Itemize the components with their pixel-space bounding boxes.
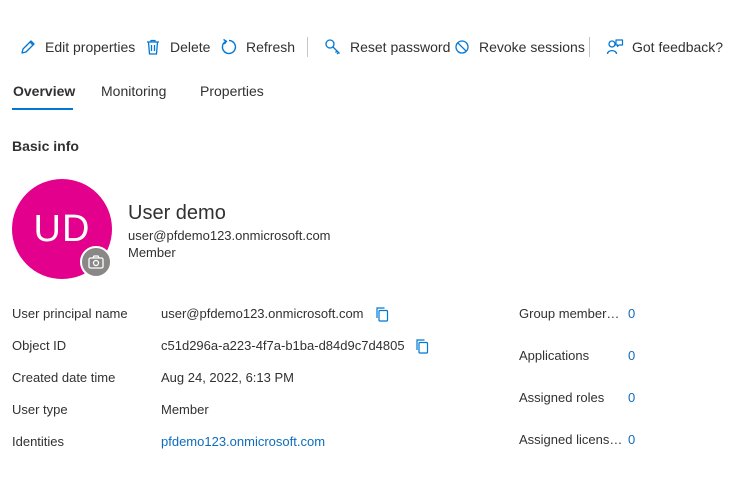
created-label: Created date time — [12, 370, 116, 385]
tab-properties[interactable]: Properties — [200, 83, 264, 99]
assigned-licenses-label: Assigned licens… — [519, 432, 623, 447]
tab-overview[interactable]: Overview — [13, 83, 75, 99]
group-memberships-count[interactable]: 0 — [628, 306, 635, 321]
tab-monitoring[interactable]: Monitoring — [101, 83, 166, 99]
active-tab-indicator — [12, 108, 73, 110]
upn-label: User principal name — [12, 306, 128, 321]
delete-label: Delete — [170, 39, 211, 55]
user-type-label: User type — [12, 402, 68, 417]
edit-properties-button[interactable]: Edit properties — [19, 30, 135, 64]
section-title: Basic info — [12, 138, 79, 154]
user-upn: user@pfdemo123.onmicrosoft.com — [128, 228, 331, 243]
delete-button[interactable]: Delete — [144, 30, 210, 64]
tab-bar: Overview Monitoring Properties — [0, 80, 749, 110]
pencil-icon — [21, 40, 35, 54]
copy-icon[interactable] — [374, 306, 390, 322]
edit-properties-label: Edit properties — [45, 39, 136, 55]
applications-count[interactable]: 0 — [628, 348, 635, 363]
block-icon — [455, 40, 469, 54]
identities-label: Identities — [12, 434, 65, 449]
upn-value: user@pfdemo123.onmicrosoft.com — [161, 306, 364, 321]
object-id-label: Object ID — [12, 338, 67, 353]
object-id-value: c51d296a-a223-4f7a-b1ba-d84d9c7d4805 — [161, 338, 405, 353]
revoke-sessions-label: Revoke sessions — [479, 39, 585, 55]
created-value: Aug 24, 2022, 6:13 PM — [161, 370, 294, 385]
refresh-button[interactable]: Refresh — [220, 30, 295, 64]
user-type-value: Member — [161, 402, 209, 417]
assigned-licenses-count[interactable]: 0 — [628, 432, 635, 447]
feedback-person-icon — [606, 39, 624, 55]
refresh-icon — [221, 38, 237, 55]
avatar-initials: UD — [33, 207, 91, 250]
reset-password-label: Reset password — [350, 39, 451, 55]
revoke-sessions-button[interactable]: Revoke sessions — [453, 30, 585, 64]
identities-link[interactable]: pfdemo123.onmicrosoft.com — [161, 434, 325, 449]
assigned-roles-label: Assigned roles — [519, 390, 605, 405]
copy-icon[interactable] — [414, 338, 430, 354]
refresh-label: Refresh — [246, 39, 296, 55]
group-memberships-label: Group member… — [519, 306, 620, 321]
assigned-roles-count[interactable]: 0 — [628, 390, 635, 405]
feedback-button[interactable]: Got feedback? — [606, 30, 723, 64]
reset-password-button[interactable]: Reset password — [324, 30, 450, 64]
command-bar: Edit properties Delete Refresh Reset pas… — [0, 30, 749, 64]
applications-label: Applications — [519, 348, 590, 363]
user-display-name: User demo — [128, 202, 226, 224]
feedback-label: Got feedback? — [632, 39, 724, 55]
toolbar-divider — [307, 37, 308, 57]
trash-icon — [147, 39, 159, 55]
change-photo-button[interactable] — [80, 246, 112, 278]
camera-icon — [88, 255, 104, 269]
toolbar-divider — [589, 37, 590, 57]
key-icon — [325, 39, 340, 55]
user-type: Member — [128, 245, 176, 260]
